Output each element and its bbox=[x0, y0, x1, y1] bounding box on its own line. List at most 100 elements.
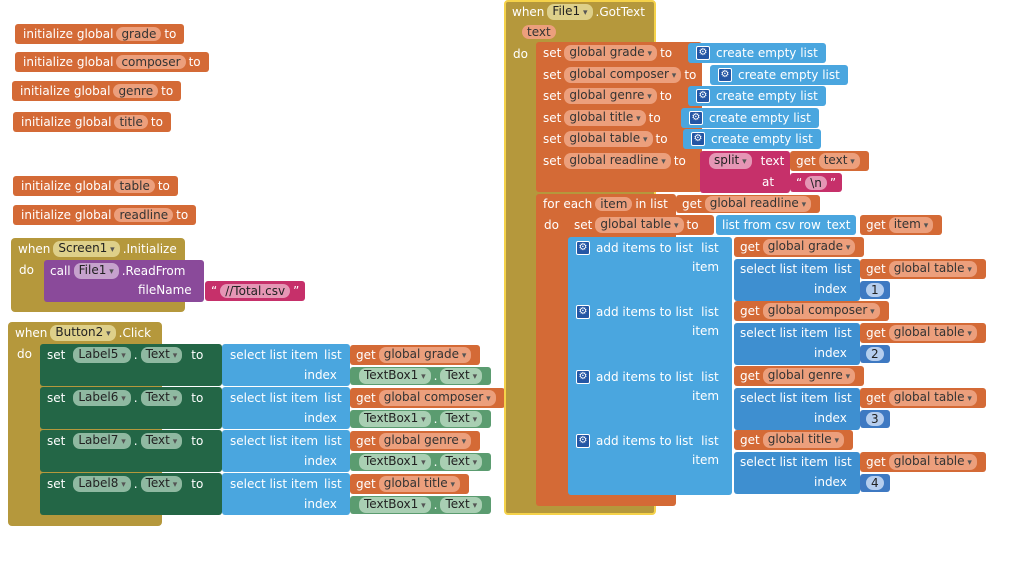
var-dropdown[interactable]: global title bbox=[762, 432, 844, 448]
event-param-text[interactable]: text bbox=[522, 25, 556, 39]
create-empty-list-block[interactable]: ⚙ create empty list bbox=[688, 86, 826, 106]
var-dropdown[interactable]: global composer bbox=[762, 303, 880, 319]
var-dropdown[interactable]: global grade bbox=[564, 45, 658, 61]
add-items-row[interactable]: ⚙ add items to list list bbox=[576, 368, 719, 386]
number-value[interactable]: 1 bbox=[866, 283, 884, 297]
component-dropdown[interactable]: Label7 bbox=[73, 433, 131, 449]
create-empty-list-block[interactable]: ⚙ create empty list bbox=[683, 129, 821, 149]
init-global-readline-block[interactable]: initialize global readline to bbox=[13, 205, 197, 225]
number-block[interactable]: 2 bbox=[860, 345, 890, 363]
var-name-field[interactable]: grade bbox=[116, 27, 162, 41]
select-list-item-block[interactable]: select list item list index bbox=[734, 259, 860, 301]
gear-icon[interactable]: ⚙ bbox=[696, 46, 710, 60]
get-var-block[interactable]: get global title bbox=[350, 474, 469, 494]
property-dropdown[interactable]: Text bbox=[140, 347, 183, 363]
component-dropdown[interactable]: Label5 bbox=[73, 347, 131, 363]
text-string-block[interactable]: “ //Total.csv ” bbox=[205, 281, 306, 301]
component-dropdown[interactable]: TextBox1 bbox=[359, 411, 431, 427]
property-dropdown[interactable]: Text bbox=[140, 390, 183, 406]
set-table-block[interactable]: set global table to bbox=[568, 215, 714, 235]
var-dropdown[interactable]: text bbox=[818, 153, 860, 169]
get-global-var-block[interactable]: get global title bbox=[734, 430, 853, 450]
set-label-text-block[interactable]: set Label5 . Text to bbox=[40, 344, 222, 386]
var-name-field[interactable]: genre bbox=[113, 84, 159, 98]
select-list-item-block[interactable]: select list item list index bbox=[222, 387, 350, 429]
create-empty-list-block[interactable]: ⚙ create empty list bbox=[681, 108, 819, 128]
var-dropdown[interactable]: item bbox=[888, 217, 934, 233]
var-dropdown[interactable]: global table bbox=[595, 217, 684, 233]
var-dropdown[interactable]: global table bbox=[888, 454, 977, 470]
number-block[interactable]: 3 bbox=[860, 410, 890, 428]
get-var-block[interactable]: get global genre bbox=[350, 431, 481, 451]
component-dropdown[interactable]: TextBox1 bbox=[359, 497, 431, 513]
add-items-row[interactable]: ⚙ add items to list list bbox=[576, 303, 719, 321]
get-global-var-block[interactable]: get global composer bbox=[734, 301, 889, 321]
loop-var-field[interactable]: item bbox=[595, 197, 633, 211]
var-dropdown[interactable]: global table bbox=[888, 261, 977, 277]
var-dropdown[interactable]: global composer bbox=[378, 390, 496, 406]
select-list-item-block[interactable]: select list item list index bbox=[222, 473, 350, 515]
get-global-table-block[interactable]: get global table bbox=[860, 323, 986, 343]
gear-icon[interactable]: ⚙ bbox=[696, 89, 710, 103]
split-block[interactable]: split text at bbox=[700, 151, 790, 193]
init-global-genre-block[interactable]: initialize global genre to bbox=[12, 81, 182, 101]
set-label-text-block[interactable]: set Label8 . Text to bbox=[40, 473, 222, 515]
var-dropdown[interactable]: global grade bbox=[762, 239, 856, 255]
component-dropdown[interactable]: File1 bbox=[73, 263, 119, 279]
gear-icon[interactable]: ⚙ bbox=[576, 305, 590, 319]
var-dropdown[interactable]: global title bbox=[564, 110, 646, 126]
string-value[interactable]: \n bbox=[805, 175, 827, 190]
newline-string-block[interactable]: “ \n ” bbox=[790, 173, 843, 192]
component-dropdown[interactable]: File1 bbox=[547, 4, 593, 20]
set-label-text-block[interactable]: set Label6 . Text to bbox=[40, 387, 222, 429]
split-dropdown[interactable]: split bbox=[709, 153, 752, 169]
component-dropdown[interactable]: Label8 bbox=[73, 476, 131, 492]
var-dropdown[interactable]: global composer bbox=[564, 67, 682, 83]
get-global-readline-block[interactable]: get global readline bbox=[676, 195, 821, 213]
set-global-row[interactable]: set global table to bbox=[543, 129, 668, 149]
component-dropdown[interactable]: Screen1 bbox=[53, 241, 120, 257]
property-dropdown[interactable]: Text bbox=[440, 497, 483, 513]
var-dropdown[interactable]: global readline bbox=[564, 153, 671, 169]
var-name-field[interactable]: composer bbox=[116, 55, 186, 69]
select-list-item-block[interactable]: select list item list index bbox=[734, 452, 860, 494]
var-dropdown[interactable]: global readline bbox=[704, 196, 812, 212]
property-dropdown[interactable]: Text bbox=[440, 368, 483, 384]
var-dropdown[interactable]: global genre bbox=[564, 88, 657, 104]
number-block[interactable]: 1 bbox=[860, 281, 890, 299]
add-items-row[interactable]: ⚙ add items to list list bbox=[576, 432, 719, 450]
get-global-table-block[interactable]: get global table bbox=[860, 452, 986, 472]
get-global-table-block[interactable]: get global table bbox=[860, 259, 986, 279]
var-dropdown[interactable]: global table bbox=[888, 390, 977, 406]
call-file-readfrom-block[interactable]: call File1 .ReadFrom fileName bbox=[44, 260, 204, 302]
select-list-item-block[interactable]: select list item list index bbox=[734, 388, 860, 430]
create-empty-list-block[interactable]: ⚙ create empty list bbox=[710, 65, 848, 85]
set-global-row[interactable]: set global composer to bbox=[543, 65, 696, 85]
number-value[interactable]: 2 bbox=[866, 347, 884, 361]
add-items-row[interactable]: ⚙ add items to list list bbox=[576, 239, 719, 257]
get-global-var-block[interactable]: get global grade bbox=[734, 237, 865, 257]
gear-icon[interactable]: ⚙ bbox=[691, 132, 705, 146]
gear-icon[interactable]: ⚙ bbox=[576, 370, 590, 384]
textbox-text-block[interactable]: TextBox1 . Text bbox=[350, 410, 492, 428]
list-from-csv-row-block[interactable]: list from csv row text bbox=[716, 215, 857, 235]
init-global-title-block[interactable]: initialize global title to bbox=[13, 112, 171, 132]
set-global-row[interactable]: set global genre to bbox=[543, 86, 672, 106]
component-dropdown[interactable]: Label6 bbox=[73, 390, 131, 406]
get-global-table-block[interactable]: get global table bbox=[860, 388, 986, 408]
var-dropdown[interactable]: global grade bbox=[378, 347, 472, 363]
textbox-text-block[interactable]: TextBox1 . Text bbox=[350, 496, 492, 514]
init-global-composer-block[interactable]: initialize global composer to bbox=[15, 52, 209, 72]
var-dropdown[interactable]: global title bbox=[378, 476, 460, 492]
get-item-block[interactable]: get item bbox=[860, 215, 943, 235]
set-global-row[interactable]: set global grade to bbox=[543, 43, 672, 63]
textbox-text-block[interactable]: TextBox1 . Text bbox=[350, 453, 492, 471]
create-empty-list-block[interactable]: ⚙ create empty list bbox=[688, 43, 826, 63]
var-name-field[interactable]: title bbox=[114, 115, 148, 129]
property-dropdown[interactable]: Text bbox=[440, 454, 483, 470]
var-name-field[interactable]: readline bbox=[114, 208, 174, 222]
init-global-table-block[interactable]: initialize global table to bbox=[13, 176, 178, 196]
property-dropdown[interactable]: Text bbox=[140, 476, 183, 492]
component-dropdown[interactable]: Button2 bbox=[50, 325, 116, 341]
gear-icon[interactable]: ⚙ bbox=[576, 434, 590, 448]
